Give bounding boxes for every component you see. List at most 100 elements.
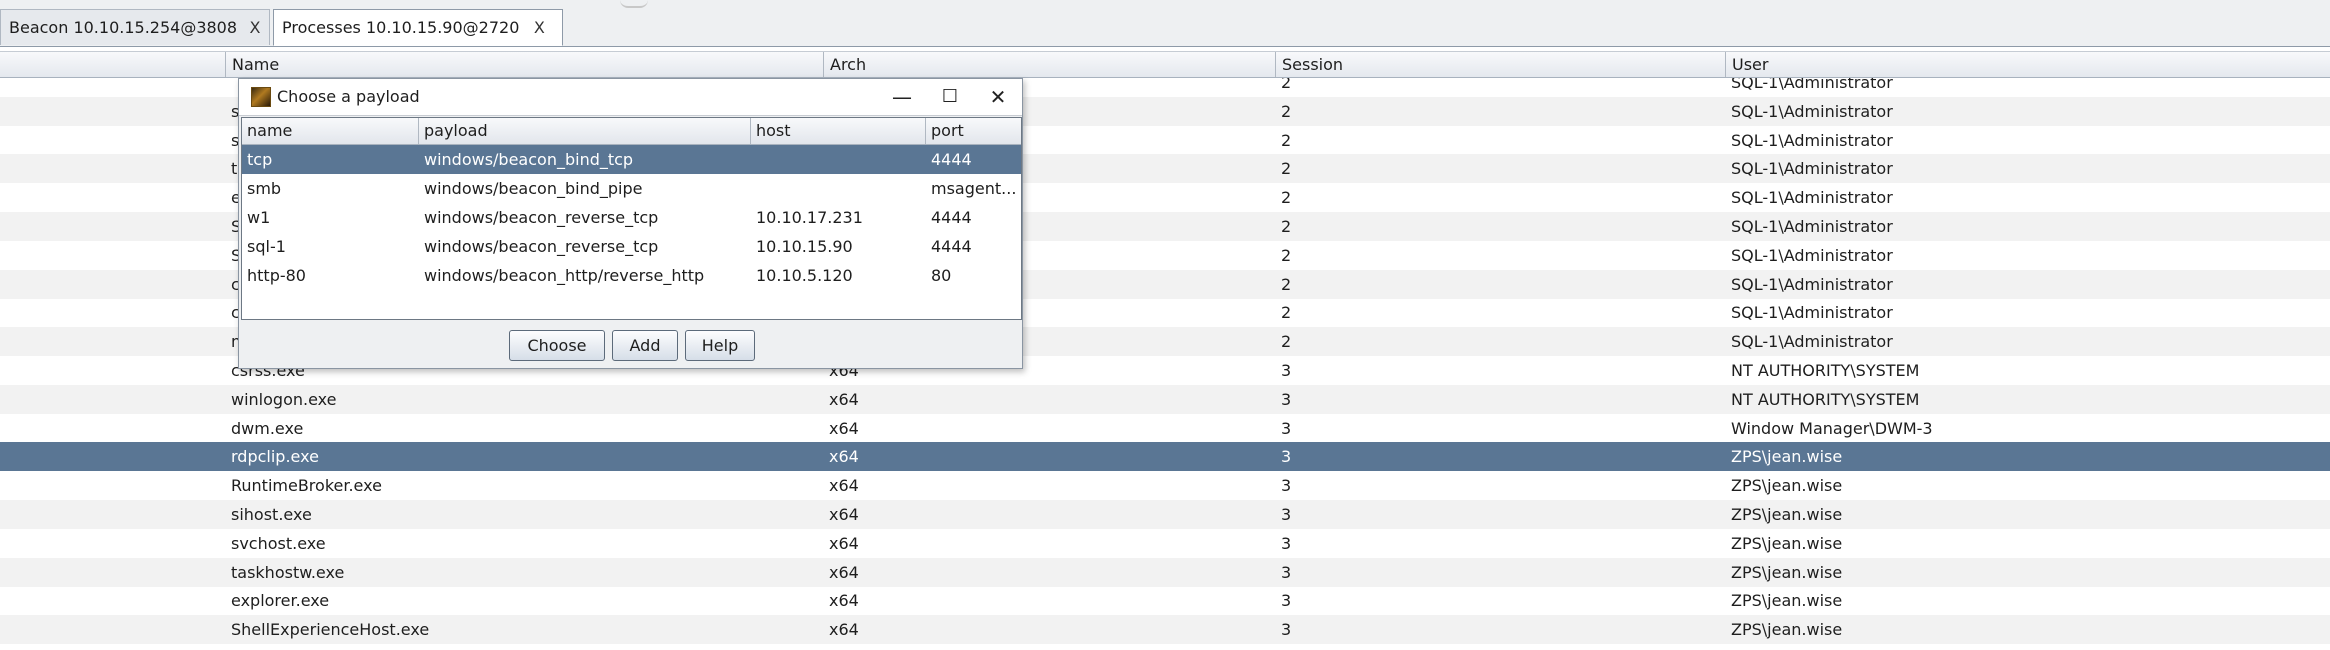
cell-user: SQL-1\Administrator bbox=[1731, 101, 1893, 121]
cell-session: 3 bbox=[1281, 620, 1292, 640]
cell-session: 2 bbox=[1281, 332, 1292, 352]
cell-arch: x64 bbox=[829, 505, 859, 524]
cell-session: 2 bbox=[1281, 274, 1292, 294]
cell-session: 3 bbox=[1281, 562, 1292, 582]
cell-session: 3 bbox=[1281, 476, 1292, 496]
close-icon[interactable]: ✕ bbox=[975, 79, 1021, 115]
payload-table: name payload host port tcp windows/beacon… bbox=[241, 117, 1022, 320]
tab-processes[interactable]: Processes 10.10.15.90@2720 X bbox=[273, 9, 563, 46]
cell-name: rdpclip.exe bbox=[231, 447, 319, 467]
table-row[interactable]: RuntimeBroker.exe x64 3 ZPS\jean.wise bbox=[0, 471, 2330, 500]
payload-row[interactable]: tcp windows/beacon_bind_tcp 4444 bbox=[242, 145, 1021, 174]
tab-label: Beacon 10.10.15.254@3808 bbox=[9, 18, 238, 37]
cell-name: winlogon.exe bbox=[231, 389, 337, 409]
tab-label: Processes 10.10.15.90@2720 bbox=[282, 18, 520, 37]
payload-row[interactable]: smb windows/beacon_bind_pipe msagent... bbox=[242, 174, 1021, 203]
cell-user: NT AUTHORITY\SYSTEM bbox=[1731, 389, 1920, 409]
payload-cell-name: http-80 bbox=[247, 266, 306, 285]
cell-user: ZPS\jean.wise bbox=[1731, 562, 1843, 582]
cell-session: 2 bbox=[1281, 245, 1292, 265]
payload-cell-port: 4444 bbox=[931, 237, 972, 256]
cell-arch: x64 bbox=[829, 447, 859, 467]
help-button[interactable]: Help bbox=[685, 330, 755, 361]
cell-session: 2 bbox=[1281, 303, 1292, 323]
process-table-header: Name Arch Session User bbox=[0, 51, 2330, 78]
cell-name: sihost.exe bbox=[231, 505, 312, 524]
table-row[interactable]: explorer.exe x64 3 ZPS\jean.wise bbox=[0, 586, 2330, 615]
payload-cell-payload: windows/beacon_reverse_tcp bbox=[424, 208, 659, 227]
payload-cell-host: 10.10.17.231 bbox=[756, 208, 863, 227]
cell-session: 2 bbox=[1281, 159, 1292, 179]
table-row[interactable]: ShellExperienceHost.exe x64 3 ZPS\jean.wise bbox=[0, 615, 2330, 645]
column-header-name[interactable]: name bbox=[242, 118, 419, 144]
cell-user: SQL-1\Administrator bbox=[1731, 245, 1893, 265]
cell-session: 2 bbox=[1281, 130, 1292, 150]
cell-arch: x64 bbox=[829, 591, 859, 611]
payload-cell-port: 80 bbox=[931, 266, 952, 285]
table-row[interactable]: rdpclip.exe x64 3 ZPS\jean.wise bbox=[0, 442, 2330, 472]
cell-arch: x64 bbox=[829, 476, 859, 496]
table-row[interactable]: SearchUI.exex643ZPS\jean.wise bbox=[0, 644, 2330, 650]
cell-name: dwm.exe bbox=[231, 418, 304, 438]
column-header-session[interactable]: Session bbox=[1275, 52, 1725, 77]
cell-session: 3 bbox=[1281, 505, 1292, 524]
payload-row[interactable]: w1 windows/beacon_reverse_tcp 10.10.17.231… bbox=[242, 203, 1021, 232]
tab-beacon[interactable]: Beacon 10.10.15.254@3808 X bbox=[0, 9, 270, 45]
cell-user: SQL-1\Administrator bbox=[1731, 130, 1893, 150]
dialog-titlebar[interactable]: Choose a payload — ☐ ✕ bbox=[239, 79, 1022, 116]
cell-user: SQL-1\Administrator bbox=[1731, 159, 1893, 179]
column-header-host[interactable]: host bbox=[751, 118, 926, 144]
payload-cell-name: tcp bbox=[247, 150, 273, 169]
cell-name: RuntimeBroker.exe bbox=[231, 476, 382, 496]
payload-row[interactable]: http-80 windows/beacon_http/reverse_http 1… bbox=[242, 261, 1021, 290]
payload-row[interactable]: sql-1 windows/beacon_reverse_tcp 10.10.15.… bbox=[242, 232, 1021, 261]
payload-cell-host bbox=[751, 174, 926, 203]
cell-user: ZPS\jean.wise bbox=[1731, 505, 1843, 524]
app-icon bbox=[251, 87, 271, 107]
cell-user: SQL-1\Administrator bbox=[1731, 78, 1893, 92]
maximize-icon[interactable]: ☐ bbox=[927, 79, 973, 115]
cell-session: 2 bbox=[1281, 101, 1292, 121]
payload-cell-host: 10.10.5.120 bbox=[756, 266, 853, 285]
cell-session: 3 bbox=[1281, 533, 1292, 553]
tab-close-icon[interactable]: X bbox=[249, 18, 261, 37]
cell-name: SearchUI.exe bbox=[225, 644, 823, 650]
cell-session: 3 bbox=[1281, 591, 1292, 611]
column-header-arch[interactable]: Arch bbox=[823, 52, 1275, 77]
cell-arch: x64 bbox=[829, 389, 859, 409]
choose-payload-dialog: Choose a payload — ☐ ✕ name payload host… bbox=[238, 78, 1023, 369]
table-row[interactable]: svchost.exe x64 3 ZPS\jean.wise bbox=[0, 529, 2330, 558]
column-header-name[interactable]: Name bbox=[225, 52, 823, 77]
cell-user: ZPS\jean.wise bbox=[1731, 533, 1843, 553]
payload-cell-host: 10.10.15.90 bbox=[756, 237, 853, 256]
table-row[interactable]: taskhostw.exe x64 3 ZPS\jean.wise bbox=[0, 557, 2330, 587]
choose-button[interactable]: Choose bbox=[509, 330, 605, 361]
cell-session: 2 bbox=[1281, 217, 1292, 236]
table-row[interactable]: dwm.exe x64 3 Window Manager\DWM-3 bbox=[0, 414, 2330, 443]
cell-user: SQL-1\Administrator bbox=[1731, 303, 1893, 323]
cell-session: 3 bbox=[1275, 644, 1725, 650]
cell-user: SQL-1\Administrator bbox=[1731, 274, 1893, 294]
payload-cell-port: 4444 bbox=[931, 150, 972, 169]
cell-name: ShellExperienceHost.exe bbox=[231, 620, 430, 640]
cell-user: NT AUTHORITY\SYSTEM bbox=[1731, 361, 1920, 380]
table-row[interactable]: winlogon.exe x64 3 NT AUTHORITY\SYSTEM bbox=[0, 384, 2330, 414]
payload-cell-name: w1 bbox=[247, 208, 271, 227]
cell-arch: x64 bbox=[829, 418, 859, 438]
cell-session: 2 bbox=[1281, 78, 1292, 92]
cell-user: SQL-1\Administrator bbox=[1731, 332, 1893, 352]
payload-cell-name: sql-1 bbox=[247, 237, 286, 256]
column-header-payload[interactable]: payload bbox=[419, 118, 751, 144]
column-header-port[interactable]: port bbox=[926, 118, 1021, 144]
column-header-user[interactable]: User bbox=[1725, 52, 2330, 77]
cell-user: ZPS\jean.wise bbox=[1731, 447, 1843, 467]
payload-cell-payload: windows/beacon_http/reverse_http bbox=[424, 266, 705, 285]
drag-notch bbox=[620, 0, 648, 8]
add-button[interactable]: Add bbox=[612, 330, 678, 361]
table-row[interactable]: sihost.exe x64 3 ZPS\jean.wise bbox=[0, 500, 2330, 529]
tab-close-icon[interactable]: X bbox=[531, 18, 547, 37]
cell-arch: x64 bbox=[829, 620, 859, 640]
cell-session: 3 bbox=[1281, 361, 1292, 380]
payload-cell-name: smb bbox=[247, 179, 282, 198]
minimize-icon[interactable]: — bbox=[879, 79, 925, 115]
